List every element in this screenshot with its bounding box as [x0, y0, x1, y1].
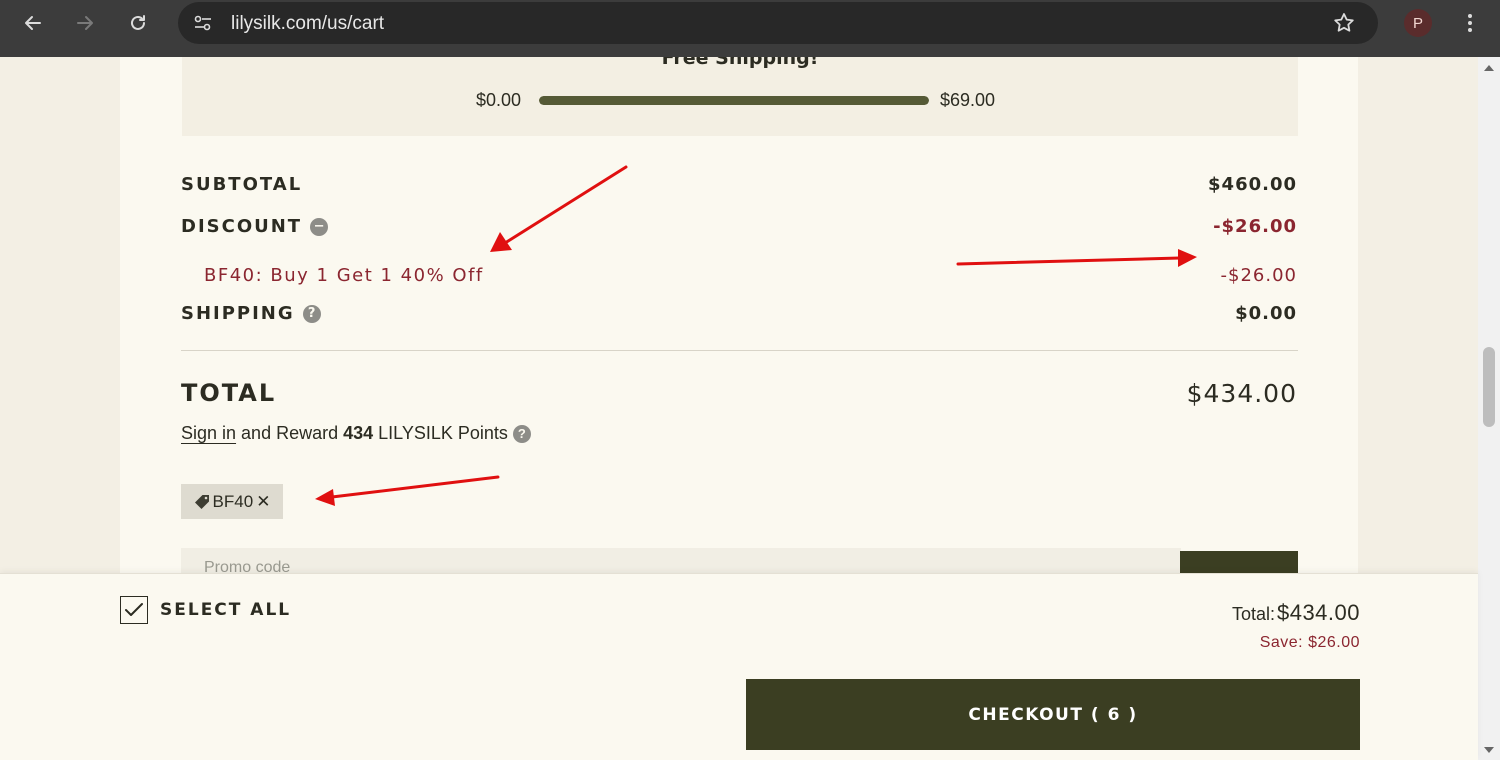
- reload-button[interactable]: [118, 8, 158, 38]
- back-button[interactable]: [13, 8, 53, 38]
- browser-toolbar: lilysilk.com/us/cart P: [0, 0, 1500, 57]
- forward-button[interactable]: [65, 8, 105, 38]
- select-all-checkbox[interactable]: [120, 596, 148, 624]
- forward-arrow-icon: [77, 16, 93, 30]
- scrollbar-thumb[interactable]: [1483, 347, 1495, 427]
- url-text[interactable]: lilysilk.com/us/cart: [231, 13, 384, 35]
- page-scrollbar[interactable]: [1478, 57, 1500, 760]
- site-settings-icon[interactable]: [192, 12, 214, 34]
- profile-avatar[interactable]: P: [1404, 9, 1432, 37]
- scroll-up-arrow-icon[interactable]: [1484, 65, 1494, 71]
- bookmark-star-icon[interactable]: [1332, 11, 1356, 35]
- checkmark-icon: [125, 603, 143, 616]
- address-bar[interactable]: lilysilk.com/us/cart: [178, 2, 1378, 44]
- select-all-control[interactable]: SELECT ALL: [120, 596, 291, 624]
- scroll-down-arrow-icon[interactable]: [1484, 747, 1494, 753]
- select-all-label[interactable]: SELECT ALL: [160, 600, 291, 620]
- bottom-total-value: $434.00: [1276, 600, 1360, 625]
- annotation-arrow-discount-value: [956, 249, 1197, 267]
- checkout-button[interactable]: CHECKOUT ( 6 ): [746, 679, 1360, 750]
- bottom-total-label: Total:: [1231, 604, 1275, 624]
- annotation-arrow-coupon: [315, 475, 500, 506]
- annotation-arrow-discount-label: [490, 165, 628, 252]
- more-vertical-icon: [1468, 14, 1472, 32]
- checkout-bar: SELECT ALL Total: $434.00 Save: $26.00 C…: [0, 573, 1478, 760]
- browser-menu-button[interactable]: [1460, 10, 1480, 36]
- bottom-save-text: Save: $26.00: [1259, 634, 1360, 651]
- reload-icon: [131, 15, 145, 30]
- bottom-total: Total: $434.00: [1232, 600, 1360, 626]
- back-arrow-icon: [25, 16, 41, 30]
